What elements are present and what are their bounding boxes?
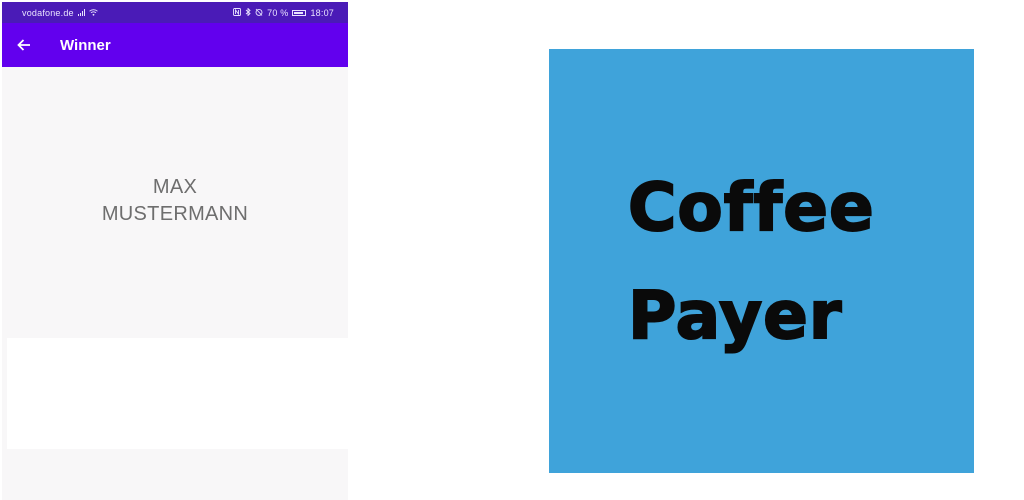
status-bar: vodafone.de 70 % 18:07 — [2, 2, 348, 23]
app-bar: Winner — [2, 23, 348, 67]
battery-icon — [292, 9, 307, 16]
nfc-icon — [233, 7, 242, 18]
logo-line-1: Coffee — [627, 168, 875, 247]
bluetooth-icon — [245, 6, 251, 18]
status-left: vodafone.de — [22, 8, 98, 18]
status-right: 70 % 18:07 — [233, 6, 334, 18]
winner-name: MAX MUSTERMANN — [2, 174, 348, 228]
blank-panel — [7, 338, 348, 449]
clock: 18:07 — [310, 7, 334, 18]
carrier-label: vodafone.de — [22, 7, 74, 18]
winner-first-name: MAX — [152, 176, 198, 198]
coffee-payer-logo: Coffee Payer — [549, 49, 974, 473]
winner-last-name: MUSTERMANN — [101, 203, 249, 225]
arrow-back-icon — [17, 39, 31, 51]
alarm-off-icon — [255, 8, 263, 18]
page: vodafone.de 70 % 18:07 Winner MAX MUSTER… — [0, 0, 1024, 500]
signal-icon — [77, 9, 85, 16]
phone-screen: vodafone.de 70 % 18:07 Winner MAX MUSTER… — [2, 2, 348, 500]
battery-percent: 70 % — [267, 7, 289, 18]
app-title: Winner — [60, 36, 111, 54]
wifi-icon — [88, 8, 98, 18]
back-button[interactable] — [2, 23, 46, 67]
logo-line-2: Payer — [627, 276, 843, 355]
